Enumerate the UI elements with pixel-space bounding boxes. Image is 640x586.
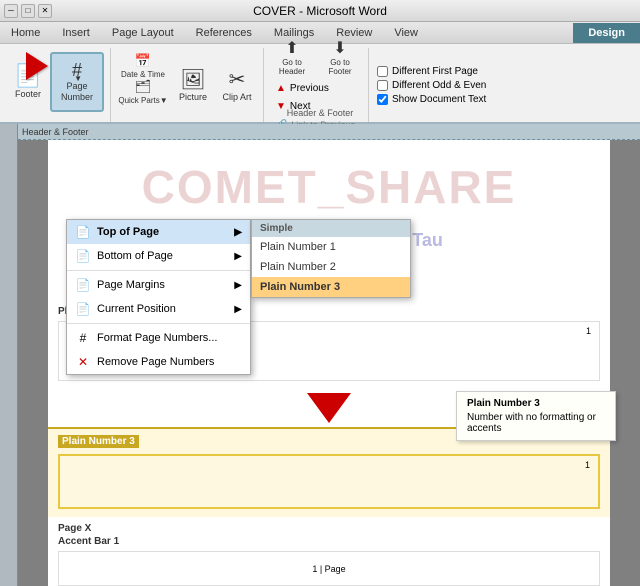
bottom-of-page-label: Bottom of Page (97, 250, 173, 262)
ribbon-group-header-footer: 📄 Footer # ▼ Page Number Header & Footer (0, 48, 111, 122)
picture-label: Picture (179, 92, 207, 102)
current-position-arrow: ▶ (234, 304, 242, 315)
plain-number-2-num: 1 (586, 326, 591, 336)
ribbon-body: 📄 Footer # ▼ Page Number Header & Footer… (0, 44, 640, 124)
remove-page-numbers-label: Remove Page Numbers (97, 356, 214, 368)
context-menu-current-position[interactable]: 📄 Current Position ▶ (67, 297, 250, 321)
date-icon: 📅 (135, 53, 151, 69)
close-btn[interactable]: ✕ (38, 4, 52, 18)
different-first-page-label: Different First Page (392, 66, 478, 77)
date-time-button[interactable]: 📅 Date & Time (117, 54, 169, 78)
current-position-label: Current Position (97, 303, 176, 315)
different-first-page-checkbox[interactable] (377, 66, 388, 77)
accent-bar-content: 1 | Page (312, 564, 345, 574)
page-x-label: Page X (58, 523, 600, 534)
tab-design[interactable]: Design (573, 23, 640, 43)
clip-art-icon: ✂ (229, 67, 246, 92)
header-footer-group-label: Header & Footer (0, 108, 640, 120)
clip-art-label: Clip Art (222, 92, 251, 102)
hf-bar-label: Header & Footer (22, 127, 89, 137)
remove-page-numbers-icon: ✕ (75, 354, 91, 370)
title-bar-controls[interactable]: ─ □ ✕ (4, 4, 52, 18)
context-menu-top-of-page[interactable]: 📄 Top of Page ▶ (67, 220, 250, 244)
tab-page-layout[interactable]: Page Layout (101, 23, 185, 43)
document-area[interactable]: Header & Footer COMET_SHARE Berbagi Apa … (18, 124, 640, 586)
clip-art-button[interactable]: ✂ Clip Art (217, 54, 257, 114)
tooltip: Plain Number 3 Number with no formatting… (456, 391, 616, 441)
current-position-icon: 📄 (75, 301, 91, 317)
quick-parts-icon: 🗂 (135, 79, 152, 95)
minimize-btn[interactable]: ─ (4, 4, 18, 18)
title-text: COVER - Microsoft Word (253, 4, 387, 18)
menu-separator-2 (67, 323, 250, 324)
submenu-plain-number-2[interactable]: Plain Number 2 (252, 257, 410, 277)
previous-icon: ▲ (276, 83, 286, 94)
tab-view[interactable]: View (383, 23, 429, 43)
page-x-section: Page X Accent Bar 1 1 | Page (48, 517, 610, 586)
tab-insert[interactable]: Insert (51, 23, 101, 43)
plain-number-3-section: Plain Number 3 1 Plain Number 3 Number w… (48, 427, 610, 517)
top-of-page-icon: 📄 (75, 224, 91, 240)
watermark: COMET_SHARE (142, 160, 517, 214)
go-to-header-button[interactable]: ⬆ Go to Header (270, 37, 314, 77)
top-of-page-label: Top of Page (97, 226, 159, 238)
submenu[interactable]: Simple Plain Number 1 Plain Number 2 Pla… (251, 219, 411, 298)
tooltip-title: Plain Number 3 (467, 398, 605, 409)
show-document-text-label: Show Document Text (392, 94, 486, 105)
red-arrow-indicator (26, 52, 48, 80)
plain-number-3-label: Plain Number 3 (58, 435, 139, 448)
go-to-footer-button[interactable]: ⬇ Go to Footer (318, 37, 362, 77)
picture-icon: 🖼 (180, 67, 205, 92)
tab-references[interactable]: References (185, 23, 263, 43)
different-first-page-option[interactable]: Different First Page (377, 66, 486, 77)
context-menu-bottom-of-page[interactable]: 📄 Bottom of Page ▶ (67, 244, 250, 268)
plain-number-3-preview: 1 (58, 454, 600, 509)
show-document-text-option[interactable]: Show Document Text (377, 94, 486, 105)
quick-parts-label: Quick Parts▼ (118, 96, 167, 105)
format-page-numbers-label: Format Page Numbers... (97, 332, 217, 344)
page-margins-label: Page Margins (97, 279, 165, 291)
previous-label: Previous (290, 83, 329, 94)
bottom-of-page-icon: 📄 (75, 248, 91, 264)
go-to-header-label: Go to Header (271, 58, 313, 76)
tab-home[interactable]: Home (0, 23, 51, 43)
context-menu-remove-page-numbers[interactable]: ✕ Remove Page Numbers (67, 350, 250, 374)
go-to-footer-label: Go to Footer (319, 58, 361, 76)
different-odd-even-checkbox[interactable] (377, 80, 388, 91)
date-label: Date & Time (121, 70, 165, 79)
different-odd-even-option[interactable]: Different Odd & Even (377, 80, 486, 91)
menu-separator-1 (67, 270, 250, 271)
quick-parts-button[interactable]: 🗂 Quick Parts▼ (117, 80, 169, 104)
page-number-label: Page Number (52, 81, 102, 103)
go-to-header-icon: ⬆ (285, 38, 298, 58)
title-bar: ─ □ ✕ COVER - Microsoft Word (0, 0, 640, 22)
show-document-text-checkbox[interactable] (377, 94, 388, 105)
previous-button[interactable]: ▲ Previous (270, 80, 362, 97)
accent-bar-preview: 1 | Page (58, 551, 600, 586)
accent-bar-1-label: Accent Bar 1 (58, 536, 600, 547)
footer-label: Footer (15, 89, 41, 100)
picture-button[interactable]: 🖼 Picture (173, 54, 213, 114)
submenu-header: Simple (252, 220, 410, 237)
context-menu-page-margins[interactable]: 📄 Page Margins ▶ (67, 273, 250, 297)
bottom-of-page-arrow: ▶ (234, 251, 242, 262)
restore-btn[interactable]: □ (21, 4, 35, 18)
tooltip-description: Number with no formatting or accents (467, 412, 605, 434)
submenu-plain-number-3[interactable]: Plain Number 3 (252, 277, 410, 297)
main-area: Header & Footer COMET_SHARE Berbagi Apa … (0, 124, 640, 586)
hf-bar: Header & Footer (18, 124, 640, 140)
doc-red-arrow (307, 393, 351, 423)
context-menu-format-page-numbers[interactable]: # Format Page Numbers... (67, 326, 250, 350)
page-margins-icon: 📄 (75, 277, 91, 293)
go-to-footer-icon: ⬇ (333, 38, 346, 58)
sidebar (0, 124, 18, 586)
plain-number-3-num: 1 (585, 460, 590, 470)
format-page-numbers-icon: # (75, 330, 91, 346)
page-margins-arrow: ▶ (234, 280, 242, 291)
top-of-page-arrow: ▶ (234, 227, 242, 238)
context-menu[interactable]: 📄 Top of Page ▶ 📄 Bottom of Page ▶ 📄 Pag… (66, 219, 251, 375)
page-number-button[interactable]: # ▼ Page Number (50, 52, 104, 112)
submenu-plain-number-1[interactable]: Plain Number 1 (252, 237, 410, 257)
different-odd-even-label: Different Odd & Even (392, 80, 486, 91)
